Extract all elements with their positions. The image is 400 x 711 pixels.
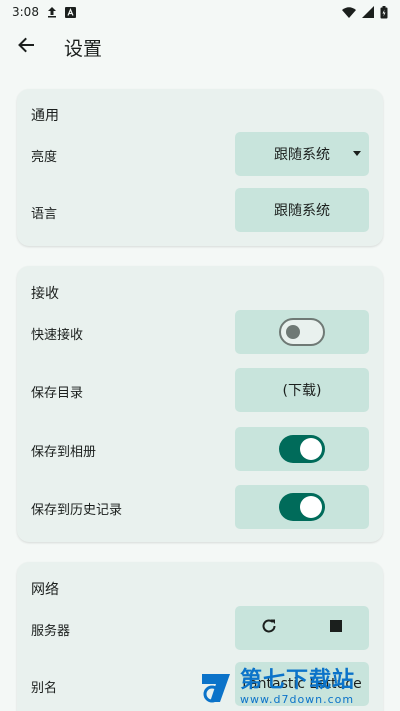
watermark-logo-icon <box>198 668 236 706</box>
save-to-history-control <box>235 485 369 529</box>
general-card: 通用 亮度 跟随系统 语言 跟随系统 <box>17 89 383 246</box>
general-section-title: 通用 <box>31 108 59 124</box>
save-to-history-label: 保存到历史记录 <box>31 503 123 518</box>
upload-icon <box>47 6 57 18</box>
save-to-album-label: 保存到相册 <box>31 445 97 460</box>
save-directory-value: (下载) <box>282 383 322 399</box>
switch-knob <box>286 325 300 339</box>
language-button[interactable]: 跟随系统 <box>235 188 369 232</box>
signal-icon <box>362 6 374 18</box>
switch-knob <box>300 496 322 518</box>
quick-receive-control <box>235 310 369 354</box>
app-bar: 设置 <box>0 24 400 70</box>
save-to-album-control <box>235 427 369 471</box>
brightness-label: 亮度 <box>31 150 58 165</box>
quick-receive-label: 快速接收 <box>31 328 84 343</box>
watermark-brand: 第七下载站 <box>240 667 356 693</box>
status-bar: 3:08 <box>0 0 400 24</box>
quick-receive-switch[interactable] <box>279 318 325 346</box>
stop-icon <box>329 620 342 636</box>
back-button[interactable] <box>6 27 46 67</box>
server-controls <box>235 606 369 650</box>
refresh-icon <box>260 617 278 639</box>
brightness-value: 跟随系统 <box>274 147 330 163</box>
network-section-title: 网络 <box>31 582 59 598</box>
save-directory-label: 保存目录 <box>31 386 84 401</box>
battery-icon <box>380 5 388 19</box>
server-label: 服务器 <box>31 624 71 639</box>
switch-knob <box>300 438 322 460</box>
brightness-dropdown[interactable]: 跟随系统 <box>235 132 369 176</box>
restart-server-button[interactable] <box>255 614 283 642</box>
dropdown-arrow-icon <box>353 151 361 156</box>
wifi-icon <box>342 6 356 18</box>
watermark-url: www.d7down.com <box>240 692 355 706</box>
receive-section-title: 接收 <box>31 286 59 302</box>
language-value: 跟随系统 <box>274 203 330 219</box>
status-time: 3:08 <box>12 5 39 19</box>
save-directory-button[interactable]: (下载) <box>235 368 369 412</box>
language-label: 语言 <box>31 207 58 222</box>
receive-card: 接收 快速接收 保存目录 (下载) 保存到相册 保存到历史记录 <box>17 266 383 542</box>
alias-label: 别名 <box>31 681 58 696</box>
stop-server-button[interactable] <box>322 614 350 642</box>
arrow-left-icon <box>17 36 35 58</box>
app-notification-icon <box>64 6 76 18</box>
page-title: 设置 <box>64 37 103 60</box>
save-to-album-switch[interactable] <box>279 435 325 463</box>
save-to-history-switch[interactable] <box>279 493 325 521</box>
watermark: 第七下载站 www.d7down.com <box>198 664 398 710</box>
